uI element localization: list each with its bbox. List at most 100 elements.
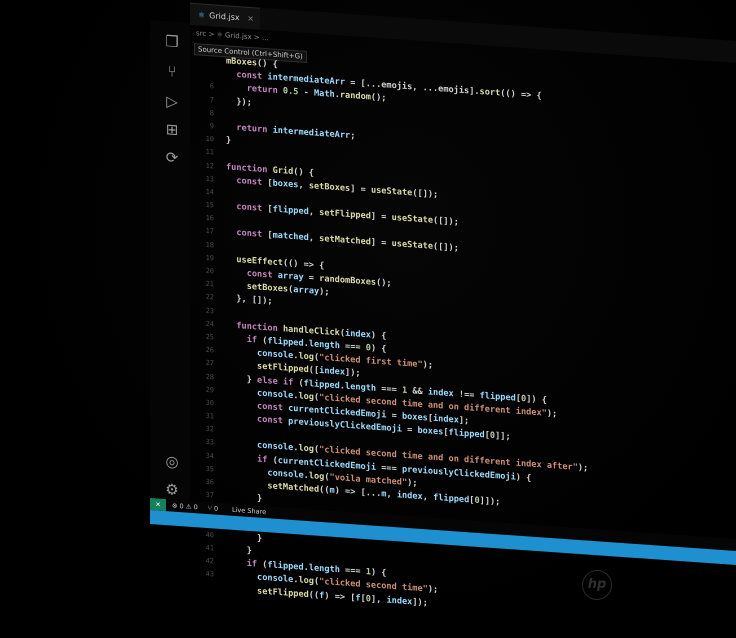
code-token: array xyxy=(293,285,320,298)
code-token: useState xyxy=(370,185,413,199)
line-number: 8 xyxy=(209,108,214,118)
line-number: 16 xyxy=(205,214,214,223)
code-token: , xyxy=(308,207,320,218)
code-token: ; xyxy=(350,130,356,142)
settings-icon[interactable]: ⚙ xyxy=(164,480,180,499)
code-token: random xyxy=(339,90,371,103)
code-token: !== xyxy=(453,388,480,401)
code-token: = xyxy=(303,272,320,284)
code-token: matched xyxy=(272,231,309,244)
line-number: 30 xyxy=(205,398,214,408)
remote-indicator[interactable]: ✕ xyxy=(150,498,166,512)
line-number: 26 xyxy=(205,346,214,355)
line-number: 20 xyxy=(205,266,214,276)
tab-grid-jsx[interactable]: ⚛ Grid.jsx × xyxy=(190,2,260,30)
code-token: log xyxy=(298,351,314,363)
code-token: ); xyxy=(422,360,434,371)
code-token: ) { xyxy=(515,472,532,484)
code-token: () { xyxy=(293,166,314,178)
code-token: ] = xyxy=(370,211,392,223)
line-number: 12 xyxy=(205,161,214,170)
code-token: log xyxy=(308,470,325,483)
code-token: === xyxy=(376,383,402,396)
code-token: flipped xyxy=(267,560,304,573)
line-number: 33 xyxy=(205,438,214,447)
code-token: boxes xyxy=(272,178,299,191)
code-token: === xyxy=(376,462,402,475)
extensions-icon[interactable]: ⊞ xyxy=(164,120,180,139)
code-token: setMatched xyxy=(319,234,371,248)
code-token: flipped xyxy=(479,390,516,404)
code-token: } xyxy=(226,135,232,146)
code-token: (); xyxy=(376,277,392,289)
code-token: setBoxes xyxy=(308,180,351,194)
code-token: ); xyxy=(546,408,558,420)
code-token: length xyxy=(308,563,340,576)
code-token: index xyxy=(433,413,459,426)
code-token: return xyxy=(246,84,283,97)
code-token: ]); xyxy=(345,367,361,380)
code-token: sort xyxy=(479,87,501,99)
line-number: 17 xyxy=(205,227,214,236)
code-token: useEffect xyxy=(236,254,283,269)
line-number: 14 xyxy=(205,187,214,197)
line-number xyxy=(194,581,214,596)
account-icon[interactable]: ◎ xyxy=(164,452,180,471)
code-token: boxes xyxy=(401,411,428,424)
line-number: 7 xyxy=(209,95,214,105)
code-token: Math xyxy=(313,88,335,101)
code-token: () { xyxy=(257,58,278,70)
code-token: (( xyxy=(308,589,320,601)
line-number: 13 xyxy=(205,174,214,184)
code-token: ) { xyxy=(370,330,387,342)
code-token: log xyxy=(298,575,314,587)
code-token: (() => { xyxy=(500,88,542,102)
code-token: , xyxy=(298,180,309,191)
code-token: if xyxy=(257,454,273,466)
code-token: const xyxy=(257,414,289,427)
line-number: 10 xyxy=(205,135,214,144)
code-token: } xyxy=(226,544,252,557)
line-number: 18 xyxy=(205,240,214,250)
line-number: 31 xyxy=(205,411,214,421)
code-token: useState xyxy=(391,239,434,253)
files-icon[interactable]: ❐ xyxy=(164,32,180,51)
activity-bar: ❐ ⑂ ▷ ⊞ ⟳ ◎ ⚙ xyxy=(150,20,190,513)
line-number: 41 xyxy=(205,543,214,553)
remote-icon[interactable]: ⟳ xyxy=(164,148,180,167)
line-number: 32 xyxy=(205,425,214,434)
line-number: 24 xyxy=(205,319,214,329)
line-number: 36 xyxy=(205,477,214,487)
code-token: , xyxy=(422,492,434,503)
run-debug-icon[interactable]: ▷ xyxy=(164,92,180,111)
code-token: index xyxy=(345,328,371,341)
code-token: flipped xyxy=(433,492,470,506)
close-icon[interactable]: × xyxy=(247,8,254,30)
line-number: 22 xyxy=(205,293,214,302)
code-token: ) { xyxy=(370,567,387,579)
code-token: && xyxy=(407,385,428,397)
code-token: ]]; xyxy=(495,431,511,443)
code-token: (); xyxy=(370,92,387,104)
code-token: function xyxy=(226,161,273,176)
source-control-icon[interactable]: ⑂ xyxy=(164,62,180,81)
line-number: 34 xyxy=(205,451,214,461)
code-token: const xyxy=(236,202,268,215)
breadcrumb[interactable]: src > ⚛ Grid.jsx > ... xyxy=(196,29,269,42)
code-token: if xyxy=(246,558,263,570)
line-number: 42 xyxy=(205,557,214,566)
monitor-screen: ❐ ⑂ ▷ ⊞ ⟳ ◎ ⚙ ⚛ Grid.jsx × src > ⚛ Grid.j… xyxy=(150,0,736,608)
code-token: (() => { xyxy=(282,258,325,272)
ports-indicator[interactable]: ⑂ 0 xyxy=(208,502,218,515)
code-token: , xyxy=(308,233,320,245)
code-token: ) => [... xyxy=(334,485,382,500)
code-token: ([ xyxy=(308,365,320,377)
